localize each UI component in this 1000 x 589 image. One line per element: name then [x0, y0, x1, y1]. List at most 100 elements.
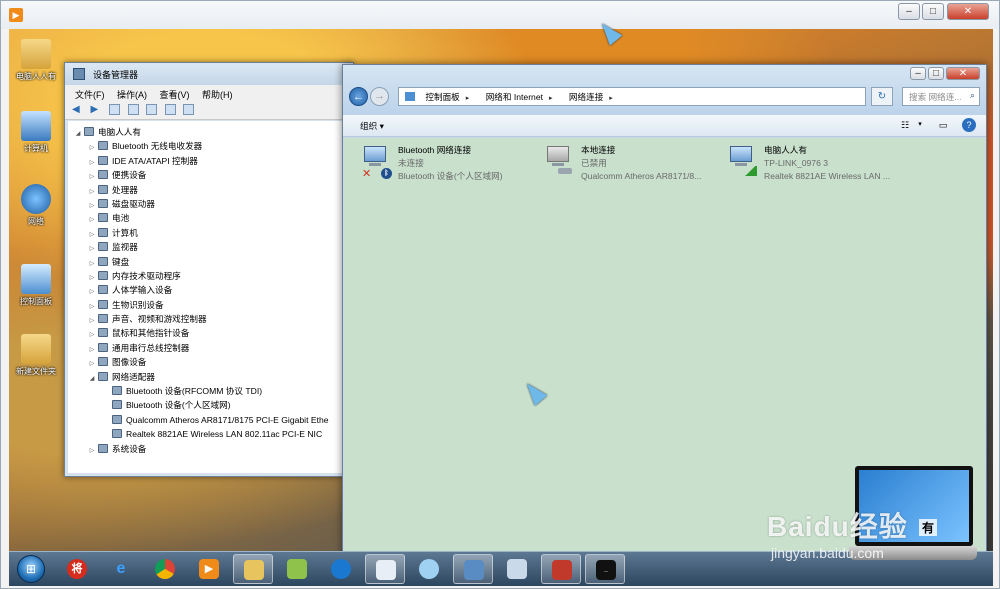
tree-item[interactable]: ▷ 系统设备 — [68, 442, 350, 456]
tree-item-label: 声音、视频和游戏控制器 — [112, 314, 207, 325]
tree-item[interactable]: ◢ 网络适配器 — [68, 370, 350, 384]
taskbar-app-folder[interactable] — [277, 554, 317, 584]
device-category-icon — [98, 371, 108, 381]
desktop-icon-control-panel[interactable]: 控制面板 — [11, 264, 61, 307]
breadcrumb-control-panel[interactable]: 控制面板 — [425, 92, 469, 102]
search-icon: ⌕ — [969, 90, 975, 100]
organize-button[interactable]: 组织 ▾ — [360, 121, 384, 131]
taskbar-app-paint[interactable] — [497, 554, 537, 584]
breadcrumb-network-connections[interactable]: 网络连接 — [569, 92, 613, 102]
device-icon[interactable] — [183, 104, 195, 115]
maximize-button[interactable]: □ — [928, 67, 944, 80]
tree-item[interactable]: ▷ 处理器 — [68, 183, 350, 197]
tree-item-label: 键盘 — [112, 256, 130, 267]
tree-item-label: 计算机 — [112, 227, 138, 238]
connection-name: 电脑人人有 — [764, 145, 807, 155]
control-panel-icon — [405, 92, 415, 101]
desktop-icon-computer[interactable]: 计算机 — [11, 111, 61, 154]
connection-status: 已禁用 — [581, 158, 607, 168]
device-category-icon — [112, 400, 122, 410]
monitor-icon — [464, 560, 484, 580]
refresh-button[interactable]: ↻ — [871, 87, 893, 106]
tree-item-label: Bluetooth 设备(RFCOMM 协议 TDI) — [126, 386, 263, 397]
minimize-button[interactable]: – — [898, 3, 920, 20]
tree-item[interactable]: ▷ 键盘 — [68, 255, 350, 269]
folder-icon — [21, 39, 51, 69]
view-dropdown-icon[interactable]: ▾ — [913, 118, 927, 132]
taskbar-app-device-manager[interactable] — [453, 554, 493, 584]
taskbar-app-pinwheel[interactable] — [409, 554, 449, 584]
maximize-button[interactable]: □ — [922, 3, 944, 20]
taskbar-app-toolbox[interactable] — [541, 554, 581, 584]
taskbar-app-cmd[interactable]: _ — [585, 554, 625, 584]
tree-item[interactable]: ▷ 人体学输入设备 — [68, 283, 350, 297]
breadcrumb-network-internet[interactable]: 网络和 Internet — [486, 92, 553, 102]
connection-name: Bluetooth 网络连接 — [398, 145, 472, 155]
menu-file[interactable]: 文件(F) — [75, 90, 105, 100]
menu-help[interactable]: 帮助(H) — [202, 90, 233, 100]
tree-item-label: 电脑人人有 — [98, 127, 141, 137]
taskbar-app-chrome[interactable] — [145, 554, 185, 584]
device-category-icon — [98, 198, 108, 208]
tree-item[interactable]: ▷ Bluetooth 无线电收发器 — [68, 139, 350, 153]
tree-item[interactable]: ▷ IDE ATA/ATAPI 控制器 — [68, 154, 350, 168]
taskbar-app-jiang[interactable]: 将 — [57, 554, 97, 584]
menu-action[interactable]: 操作(A) — [117, 90, 147, 100]
search-input[interactable]: 搜索 网络连... ⌕ — [902, 87, 980, 106]
minimize-button[interactable]: – — [910, 67, 926, 80]
help-icon[interactable]: ? — [962, 118, 976, 132]
forward-button[interactable]: → — [370, 87, 389, 106]
help-icon[interactable] — [146, 104, 158, 115]
menu-bar: 文件(F) 操作(A) 查看(V) 帮助(H) — [65, 85, 353, 102]
tree-item[interactable]: ▷ 计算机 — [68, 226, 350, 240]
taskbar-app-browser[interactable] — [321, 554, 361, 584]
tree-item-label: Realtek 8821AE Wireless LAN 802.11ac PCI… — [126, 429, 323, 440]
tree-item[interactable]: ▷ 电池 — [68, 211, 350, 225]
tree-item[interactable]: ▷ 内存技术驱动程序 — [68, 269, 350, 283]
close-button[interactable]: ✕ — [947, 3, 989, 20]
device-manager-titlebar: 设备管理器 — [65, 63, 353, 85]
scan-hardware-icon[interactable] — [164, 104, 176, 115]
ethernet-cable-icon — [558, 168, 572, 174]
tree-item[interactable]: ▷ 生物识别设备 — [68, 298, 350, 312]
start-button[interactable]: ⊞ — [17, 555, 45, 583]
search-placeholder: 搜索 网络连... — [909, 92, 962, 102]
preview-pane-icon[interactable]: ▭ — [936, 118, 950, 132]
tree-item[interactable]: Realtek 8821AE Wireless LAN 802.11ac PCI… — [68, 427, 350, 441]
taskbar-app-player[interactable]: ▶ — [189, 554, 229, 584]
desktop-icon-network[interactable]: 网络 — [11, 184, 61, 227]
properties-icon[interactable] — [127, 104, 139, 115]
connection-wireless[interactable]: 电脑人人有 TP-LINK_0976 3 Realtek 8821AE Wire… — [727, 144, 902, 184]
tree-item[interactable]: Bluetooth 设备(RFCOMM 协议 TDI) — [68, 384, 350, 398]
tree-item[interactable]: Bluetooth 设备(个人区域网) — [68, 398, 350, 412]
close-button[interactable]: ✕ — [946, 67, 980, 80]
change-view-icon[interactable]: ☷ — [898, 118, 912, 132]
folder-icon — [287, 559, 307, 579]
device-category-icon — [112, 414, 122, 424]
taskbar-app-explorer[interactable] — [233, 554, 273, 584]
device-category-icon — [98, 328, 108, 338]
connection-local[interactable]: 本地连接 已禁用 Qualcomm Atheros AR8171/8... — [544, 144, 719, 184]
tree-item[interactable]: ▷ 便携设备 — [68, 168, 350, 182]
back-button[interactable]: ← — [349, 87, 368, 106]
tree-item[interactable]: Qualcomm Atheros AR8171/8175 PCI-E Gigab… — [68, 413, 350, 427]
tree-item[interactable]: ▷ 监视器 — [68, 240, 350, 254]
address-bar[interactable]: 控制面板 网络和 Internet 网络连接 — [398, 87, 866, 106]
desktop-icon-user-folder[interactable]: 电脑人人有 — [11, 39, 61, 82]
back-arrow-icon[interactable]: ◀ — [72, 104, 83, 115]
forward-arrow-icon[interactable]: ▶ — [91, 104, 102, 115]
tree-item[interactable]: ▷ 鼠标和其他指针设备 — [68, 326, 350, 340]
tree-item[interactable]: ▷ 通用串行总线控制器 — [68, 341, 350, 355]
connection-bluetooth[interactable]: ✕ ᛒ Bluetooth 网络连接 未连接 Bluetooth 设备(个人区域… — [361, 144, 536, 184]
desktop-icon-new-folder[interactable]: 新建文件夹 — [11, 334, 61, 377]
tree-item[interactable]: ▷ 磁盘驱动器 — [68, 197, 350, 211]
tree-item[interactable]: ▷ 声音、视频和游戏控制器 — [68, 312, 350, 326]
taskbar-app-ie[interactable]: e — [101, 554, 141, 584]
menu-view[interactable]: 查看(V) — [160, 90, 190, 100]
taskbar-app-notepad[interactable] — [365, 554, 405, 584]
expand-toggle-icon[interactable]: ▷ — [88, 444, 96, 458]
tree-view-icon[interactable] — [109, 104, 121, 115]
tree-item[interactable]: ▷ 图像设备 — [68, 355, 350, 369]
tree-item[interactable]: ◢ 电脑人人有 — [68, 125, 350, 139]
device-tree: ◢ 电脑人人有 ▷ Bluetooth 无线电收发器 ▷ IDE ATA/ATAPI 控制… — [68, 121, 350, 473]
